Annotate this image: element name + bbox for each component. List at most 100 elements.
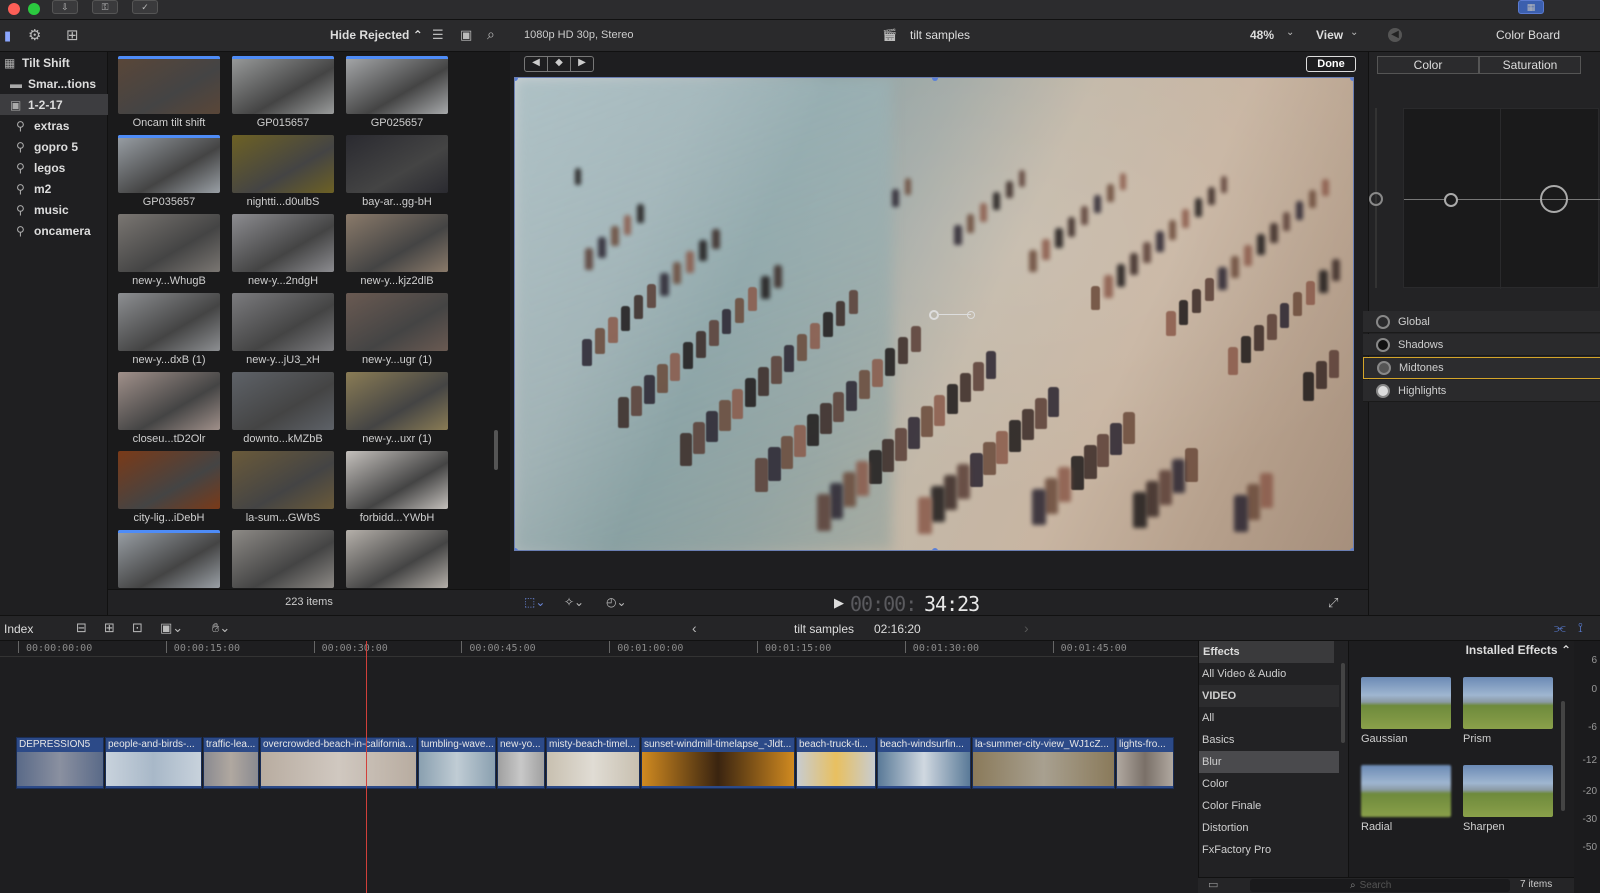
effect-category[interactable]: All Video & Audio xyxy=(1199,663,1339,685)
transform-handle[interactable] xyxy=(515,548,518,550)
snapping-icon[interactable]: ⟟ xyxy=(1578,620,1583,636)
clip-thumbnail[interactable] xyxy=(118,372,220,430)
titles-icon[interactable]: ⊞ xyxy=(66,26,79,44)
keyword-icon[interactable]: ⚿ xyxy=(92,0,118,14)
viewer-video-frame[interactable] xyxy=(514,77,1354,551)
playhead[interactable] xyxy=(366,641,367,893)
import-icon[interactable]: ⇩ xyxy=(52,0,78,14)
libraries-icon[interactable]: ▮ xyxy=(4,28,11,44)
sidebar-item-keyword[interactable]: ⚲ legos xyxy=(0,157,108,178)
midtones-puck[interactable] xyxy=(1444,193,1458,207)
play-icon[interactable]: ▶ xyxy=(834,595,844,611)
view-menu[interactable]: View xyxy=(1316,28,1343,42)
clip-appearance-icon[interactable]: ▣ xyxy=(460,27,472,43)
timeline-clip[interactable]: la-summer-city-view_WJ1cZ... xyxy=(972,737,1115,789)
sidebar-item-keyword[interactable]: ⚲ gopro 5 xyxy=(0,136,108,157)
timeline-clip[interactable]: overcrowded-beach-in-california... xyxy=(260,737,417,789)
clip-thumbnail[interactable] xyxy=(232,451,334,509)
range-midtones[interactable]: Midtones xyxy=(1363,357,1600,379)
clip-thumbnail[interactable] xyxy=(232,372,334,430)
hand-tool-icon[interactable]: ✋︎⌄ xyxy=(212,620,230,636)
effect-prism[interactable] xyxy=(1463,677,1553,729)
chevron-down-icon[interactable]: ⌄ xyxy=(1350,27,1358,38)
close-window-button[interactable] xyxy=(8,3,20,15)
timeline-clip[interactable]: misty-beach-timel... xyxy=(546,737,640,789)
clip-thumbnail[interactable] xyxy=(346,293,448,351)
add-keyframe-icon[interactable]: ◆ xyxy=(548,57,571,71)
clip-thumbnail[interactable] xyxy=(346,372,448,430)
enhance-icon[interactable]: ✧⌄ xyxy=(564,595,584,609)
effect-category[interactable]: Color Finale xyxy=(1199,795,1339,817)
effect-gaussian[interactable] xyxy=(1361,677,1451,729)
clip-thumbnail[interactable] xyxy=(346,530,448,588)
angle-handle[interactable] xyxy=(967,311,975,319)
clip-thumbnail[interactable] xyxy=(118,214,220,272)
effect-category[interactable]: All xyxy=(1199,707,1339,729)
timeline-clip[interactable]: new-yo... xyxy=(497,737,545,789)
fullscreen-icon[interactable]: ⤢ xyxy=(1328,595,1338,611)
clip-thumbnail[interactable] xyxy=(232,135,334,193)
append-clip-icon[interactable]: ⊡ xyxy=(132,620,143,636)
clip-thumbnail[interactable] xyxy=(232,293,334,351)
overwrite-clip-icon[interactable]: ▣⌄ xyxy=(160,620,183,636)
clip-thumbnail[interactable] xyxy=(346,56,448,114)
sidebar-item-event[interactable]: ▣ 1-2-17 xyxy=(0,94,108,115)
clip-thumbnail[interactable] xyxy=(346,214,448,272)
clip-thumbnail[interactable] xyxy=(118,293,220,351)
connect-clip-icon[interactable]: ⊟ xyxy=(76,620,87,636)
timeline-clip[interactable]: beach-truck-ti... xyxy=(796,737,876,789)
transform-handle[interactable] xyxy=(932,548,938,550)
audio-skimming-icon[interactable]: ⫘ xyxy=(1554,620,1566,636)
search-input[interactable]: Search xyxy=(1360,880,1392,891)
sidebar-item-keyword[interactable]: ⚲ oncamera xyxy=(0,220,108,241)
clip-thumbnail[interactable] xyxy=(346,451,448,509)
clip-thumbnail[interactable] xyxy=(118,451,220,509)
photos-icon[interactable]: ⚙ xyxy=(28,26,41,44)
effect-radial[interactable] xyxy=(1361,765,1451,817)
list-view-icon[interactable]: ☰ xyxy=(432,27,444,43)
range-highlights[interactable]: Highlights xyxy=(1363,380,1600,402)
categories-scrollbar[interactable] xyxy=(1341,663,1345,743)
center-handle[interactable] xyxy=(929,310,939,320)
timeline-clip[interactable]: traffic-lea... xyxy=(203,737,259,789)
sidebar-toggle-icon[interactable]: ▭ xyxy=(1208,878,1218,891)
transform-tool-icon[interactable]: ⬚⌄ xyxy=(524,595,545,609)
effect-category[interactable]: Color xyxy=(1199,773,1339,795)
transform-handle[interactable] xyxy=(932,78,938,81)
browser-scrollbar[interactable] xyxy=(494,430,498,470)
back-arrow-icon[interactable]: ◀ xyxy=(1388,28,1402,42)
effect-sharpen[interactable] xyxy=(1463,765,1553,817)
clip-thumbnail[interactable] xyxy=(118,135,220,193)
installed-effects-dropdown[interactable]: Installed Effects ⌃ xyxy=(1439,639,1571,661)
clip-thumbnail[interactable] xyxy=(232,214,334,272)
effects-scrollbar[interactable] xyxy=(1561,701,1565,811)
back-arrow-icon[interactable]: ‹ xyxy=(692,620,697,636)
search-icon[interactable]: ⌕ xyxy=(487,26,495,43)
retime-icon[interactable]: ◴⌄ xyxy=(606,595,627,609)
transform-handle[interactable] xyxy=(1350,548,1353,550)
timeline-clip[interactable]: people-and-birds-... xyxy=(105,737,202,789)
clip-thumbnail[interactable] xyxy=(118,56,220,114)
search-field[interactable]: ⌕ Search xyxy=(1250,879,1510,892)
sidebar-item-smart-collections[interactable]: ▬ Smar...tions xyxy=(0,73,108,94)
timeline-clip[interactable]: DEPRESSION5 xyxy=(16,737,104,789)
timeline-clip[interactable]: tumbling-wave... xyxy=(418,737,496,789)
next-keyframe-icon[interactable]: ▶ xyxy=(571,57,593,71)
clip-thumbnail[interactable] xyxy=(232,530,334,588)
workspace-icon[interactable]: ▦ xyxy=(1518,0,1544,14)
effect-category[interactable]: VIDEO xyxy=(1199,685,1339,707)
tab-color[interactable]: Color xyxy=(1377,56,1479,74)
sidebar-item-keyword[interactable]: ⚲ m2 xyxy=(0,178,108,199)
tab-saturation[interactable]: Saturation xyxy=(1479,56,1581,74)
clip-thumbnail[interactable] xyxy=(232,56,334,114)
timeline-clip[interactable]: beach-windsurfin... xyxy=(877,737,971,789)
index-button[interactable]: Index xyxy=(4,622,33,636)
zoom-dropdown[interactable]: 48% xyxy=(1250,28,1274,42)
sidebar-item-keyword[interactable]: ⚲ music xyxy=(0,199,108,220)
timeline[interactable]: 00:00:00:00 00:00:15:00 00:00:30:00 00:00:4… xyxy=(0,641,1198,893)
forward-arrow-icon[interactable]: › xyxy=(1024,620,1029,636)
clip-thumbnail[interactable] xyxy=(346,135,448,193)
effect-category[interactable]: Distortion xyxy=(1199,817,1339,839)
background-tasks-icon[interactable]: ✓ xyxy=(132,0,158,14)
previous-keyframe-icon[interactable]: ◀ xyxy=(525,57,548,71)
